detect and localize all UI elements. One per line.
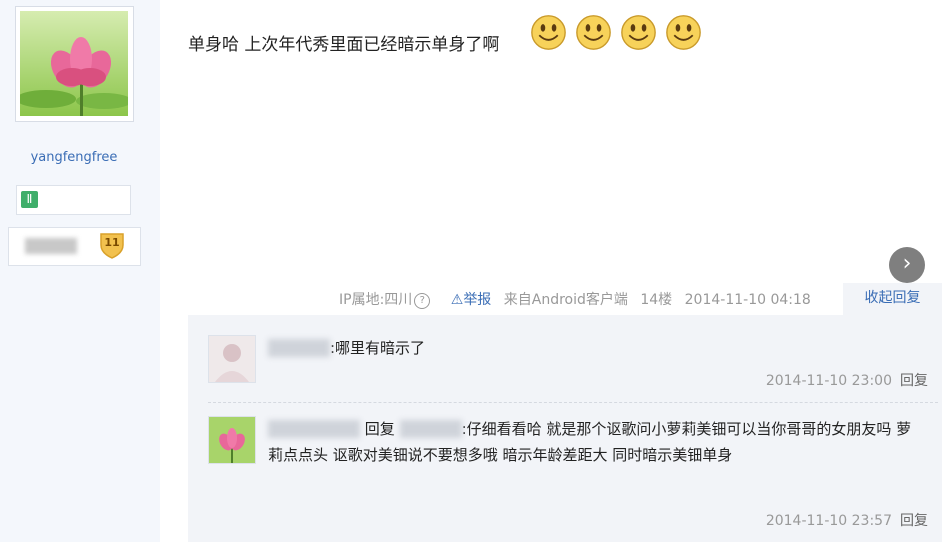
gemini-icon[interactable]: Ⅱ bbox=[21, 191, 38, 208]
reply-avatar[interactable] bbox=[208, 335, 256, 383]
smiley-icon bbox=[576, 15, 611, 50]
user-sidebar: yangfengfree Ⅱ 11 bbox=[0, 0, 160, 542]
reply-section: :哪里有暗示了 2014-11-10 23:00 回复 回复 :仔细看看哈 就是那… bbox=[188, 315, 942, 542]
reply-meta: 2014-11-10 23:00 回复 bbox=[766, 370, 928, 390]
username[interactable]: yangfengfree bbox=[0, 150, 148, 165]
emoticon-row bbox=[530, 14, 705, 51]
ip-text: IP属地:四川 bbox=[339, 292, 413, 308]
reply-text: :哪里有暗示了 bbox=[330, 339, 426, 357]
smiley-icon bbox=[666, 15, 702, 50]
level-box: 11 bbox=[8, 227, 141, 266]
smiley-icon bbox=[621, 15, 657, 50]
reply-word: 回复 bbox=[364, 420, 395, 438]
question-icon[interactable]: ? bbox=[414, 293, 431, 309]
reply-button[interactable]: 回复 bbox=[900, 513, 928, 529]
reply-time: 2014-11-10 23:57 bbox=[765, 513, 892, 529]
post-meta: IP属地:四川? ⚠举报 来自Android客户端 14楼 2014-11-10… bbox=[339, 289, 819, 309]
next-arrow-button[interactable]: › bbox=[889, 247, 925, 283]
reply-divider bbox=[208, 402, 938, 403]
post-source: 来自Android客户端 bbox=[503, 292, 628, 308]
level-number: 11 bbox=[104, 236, 120, 249]
blurred-target-username[interactable] bbox=[399, 420, 462, 438]
blurred-username[interactable] bbox=[268, 339, 330, 357]
post-time: 2014-11-10 04:18 bbox=[684, 292, 811, 308]
ip-location: IP属地:四川? bbox=[339, 292, 438, 309]
reply-button[interactable]: 回复 bbox=[900, 373, 928, 389]
floor-number: 14楼 bbox=[640, 292, 673, 308]
smiley-icon bbox=[531, 15, 566, 50]
collapse-replies-button[interactable]: 收起回复 bbox=[843, 283, 942, 315]
zodiac-box: Ⅱ bbox=[16, 185, 131, 215]
blurred-username[interactable] bbox=[268, 420, 360, 438]
reply-content: 回复 :仔细看看哈 就是那个讴歌问小萝莉美钿可以当你哥哥的女朋友吗 萝莉点点头 … bbox=[268, 416, 923, 468]
reply-avatar[interactable] bbox=[208, 416, 256, 464]
blurred-forum-name bbox=[25, 238, 77, 254]
reply-time: 2014-11-10 23:00 bbox=[765, 373, 892, 389]
post-content: 单身哈 上次年代秀里面已经暗示单身了啊 bbox=[188, 35, 500, 55]
warning-icon: ⚠ bbox=[450, 292, 464, 308]
report-link[interactable]: ⚠举报 bbox=[451, 292, 492, 308]
reply-content: :哪里有暗示了 bbox=[268, 335, 923, 361]
avatar-image bbox=[209, 336, 255, 382]
lotus-avatar-image bbox=[209, 417, 255, 463]
user-avatar[interactable] bbox=[15, 6, 134, 122]
lotus-avatar-image bbox=[20, 11, 128, 116]
report-label: 举报 bbox=[463, 292, 492, 308]
reply-meta: 2014-11-10 23:57 回复 bbox=[766, 510, 928, 530]
